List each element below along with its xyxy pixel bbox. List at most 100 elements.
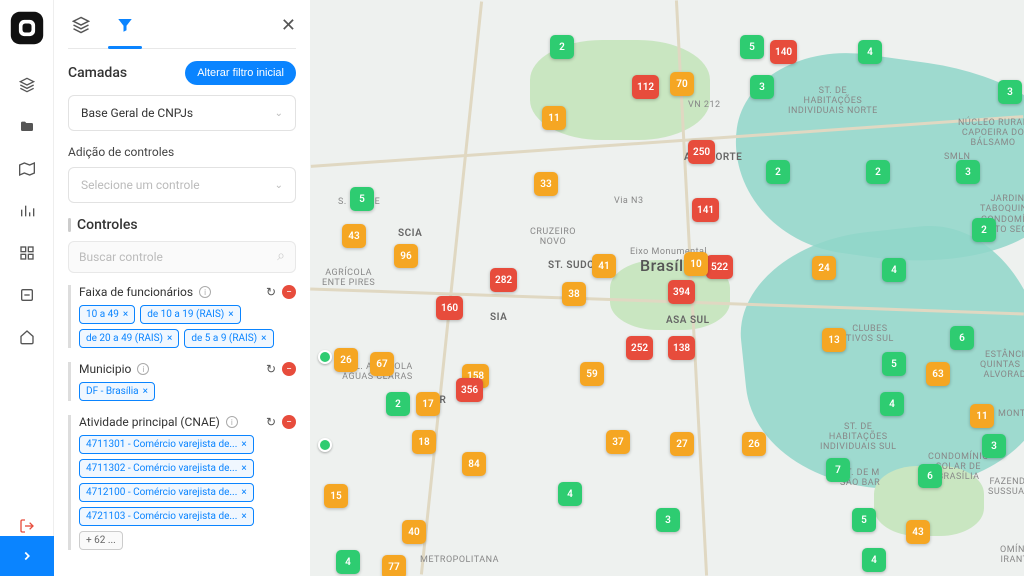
cluster-marker[interactable]: 41	[592, 254, 616, 278]
cluster-marker[interactable]: 4	[882, 258, 906, 282]
cluster-marker[interactable]: 5	[350, 187, 374, 211]
cluster-marker[interactable]: 63	[926, 362, 950, 386]
cluster-marker[interactable]: 141	[692, 198, 719, 222]
cluster-marker[interactable]: 3	[982, 434, 1006, 458]
filter-chip[interactable]: 4711302 - Comércio varejista de...×	[79, 459, 254, 478]
chip-remove-icon[interactable]: ×	[228, 309, 233, 320]
cluster-marker[interactable]: 6	[918, 464, 942, 488]
reload-icon[interactable]: ↻	[266, 285, 276, 299]
rail-chart-icon[interactable]	[17, 201, 37, 221]
search-control-input[interactable]: Buscar controle	[68, 241, 296, 273]
cluster-marker[interactable]: 70	[670, 72, 694, 96]
close-panel-icon[interactable]: ✕	[281, 15, 296, 36]
cluster-marker[interactable]: 160	[436, 296, 463, 320]
cluster-marker[interactable]: 11	[542, 106, 566, 130]
cluster-marker[interactable]: 522	[706, 255, 733, 279]
map-canvas[interactable]: Brasília ASA NORTEASA SULST. SUDOESSIAGU…	[310, 0, 1024, 576]
remove-group-icon[interactable]: −	[282, 362, 296, 376]
cluster-marker[interactable]: 26	[742, 432, 766, 456]
cluster-marker[interactable]: 10	[684, 252, 708, 276]
chip-remove-icon[interactable]: ×	[241, 487, 246, 498]
cluster-marker[interactable]: 252	[626, 336, 653, 360]
filter-chip[interactable]: 4721103 - Comércio varejista de...×	[79, 507, 254, 526]
rail-map-icon[interactable]	[17, 159, 37, 179]
cluster-marker[interactable]: 5	[882, 352, 906, 376]
cluster-marker[interactable]: 282	[490, 268, 517, 292]
cluster-marker[interactable]: 394	[668, 280, 695, 304]
cluster-marker[interactable]: 3	[656, 508, 680, 532]
cluster-marker[interactable]: 13	[822, 328, 846, 352]
filter-chip[interactable]: 10 a 49×	[79, 305, 135, 324]
cluster-marker[interactable]: 77	[382, 555, 406, 576]
cluster-marker[interactable]: 4	[558, 482, 582, 506]
cluster-marker[interactable]: 2	[766, 160, 790, 184]
filter-chip[interactable]: 4711301 - Comércio varejista de...×	[79, 435, 254, 454]
filter-chip[interactable]: de 20 a 49 (RAIS)×	[79, 329, 179, 348]
chip-remove-icon[interactable]: ×	[167, 333, 172, 344]
add-control-select[interactable]: Selecione um controle ⌄	[68, 167, 296, 203]
cluster-marker[interactable]: 17	[416, 392, 440, 416]
cluster-marker[interactable]: 24	[812, 256, 836, 280]
alterar-filtro-button[interactable]: Alterar filtro inicial	[185, 61, 296, 85]
cluster-marker[interactable]: 2	[386, 392, 410, 416]
tab-layers[interactable]	[68, 12, 94, 38]
cluster-marker[interactable]: 6	[950, 326, 974, 350]
cluster-marker[interactable]: 4	[880, 392, 904, 416]
remove-group-icon[interactable]: −	[282, 285, 296, 299]
cluster-marker[interactable]: 38	[562, 282, 586, 306]
cluster-marker[interactable]: 3	[956, 160, 980, 184]
chip-remove-icon[interactable]: ×	[123, 309, 128, 320]
cluster-marker[interactable]: 112	[632, 75, 659, 99]
chip-remove-icon[interactable]: ×	[241, 511, 246, 522]
info-icon[interactable]: i	[199, 286, 211, 298]
cluster-marker[interactable]: 59	[580, 362, 604, 386]
cluster-marker[interactable]: 2	[866, 160, 890, 184]
chip-more[interactable]: + 62 ...	[79, 531, 123, 550]
cluster-marker[interactable]: 250	[688, 140, 715, 164]
chip-remove-icon[interactable]: ×	[143, 386, 148, 397]
filter-chip[interactable]: 4712100 - Comércio varejista de...×	[79, 483, 254, 502]
logout-icon[interactable]	[17, 516, 37, 536]
info-icon[interactable]: i	[137, 363, 149, 375]
rail-apps-icon[interactable]	[17, 243, 37, 263]
cluster-marker[interactable]: 3	[750, 75, 774, 99]
filter-chip[interactable]: de 5 a 9 (RAIS)×	[184, 329, 273, 348]
cluster-marker[interactable]: 2	[550, 35, 574, 59]
remove-group-icon[interactable]: −	[282, 415, 296, 429]
cluster-marker[interactable]: 26	[334, 348, 358, 372]
cluster-marker[interactable]: 5	[740, 35, 764, 59]
point-marker[interactable]	[318, 438, 332, 452]
chip-remove-icon[interactable]: ×	[261, 333, 266, 344]
rail-layers-icon[interactable]	[17, 75, 37, 95]
chip-remove-icon[interactable]: ×	[241, 439, 246, 450]
cluster-marker[interactable]: 43	[906, 520, 930, 544]
rail-home-icon[interactable]	[17, 327, 37, 347]
cluster-marker[interactable]: 4	[862, 548, 886, 572]
cluster-marker[interactable]: 356	[456, 378, 483, 402]
chip-remove-icon[interactable]: ×	[241, 463, 246, 474]
cluster-marker[interactable]: 18	[412, 430, 436, 454]
cluster-marker[interactable]: 2	[972, 218, 996, 242]
cluster-marker[interactable]: 43	[342, 224, 366, 248]
cluster-marker[interactable]: 5	[852, 508, 876, 532]
point-marker[interactable]	[318, 350, 332, 364]
reload-icon[interactable]: ↻	[266, 362, 276, 376]
cluster-marker[interactable]: 33	[534, 172, 558, 196]
cluster-marker[interactable]: 84	[462, 452, 486, 476]
cluster-marker[interactable]: 96	[394, 244, 418, 268]
cluster-marker[interactable]: 3	[998, 80, 1022, 104]
tab-filter[interactable]	[112, 12, 138, 38]
filter-chip[interactable]: DF - Brasília×	[79, 382, 155, 401]
cluster-marker[interactable]: 140	[770, 40, 797, 64]
cluster-marker[interactable]: 4	[336, 550, 360, 574]
cluster-marker[interactable]: 7	[826, 458, 850, 482]
cluster-marker[interactable]: 138	[668, 336, 695, 360]
filter-chip[interactable]: de 10 a 19 (RAIS)×	[140, 305, 240, 324]
rail-folder-icon[interactable]	[17, 117, 37, 137]
base-layer-select[interactable]: Base Geral de CNPJs ⌄	[68, 95, 296, 131]
cluster-marker[interactable]: 67	[370, 352, 394, 376]
expand-rail-button[interactable]	[0, 536, 54, 576]
info-icon[interactable]: i	[226, 416, 238, 428]
cluster-marker[interactable]: 27	[670, 432, 694, 456]
cluster-marker[interactable]: 4	[858, 40, 882, 64]
